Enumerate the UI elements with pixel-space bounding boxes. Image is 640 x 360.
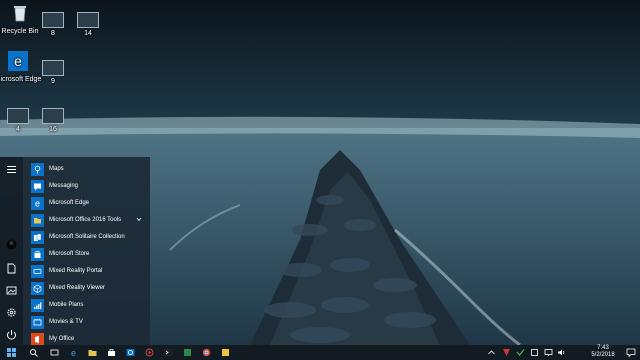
clock-date: 5/2/2018 [591, 352, 615, 358]
app-item-mobile-plans[interactable]: Mobile Plans [23, 297, 150, 313]
app-item-label: Messaging [49, 183, 79, 189]
office-icon [31, 332, 44, 345]
window-thumbnail [42, 108, 64, 124]
app-item-solitaire[interactable]: Microsoft Solitaire Collection [23, 229, 150, 245]
window-thumbnail [7, 108, 29, 124]
window-thumbnail [42, 60, 64, 76]
windows-start-icon[interactable] [7, 348, 16, 357]
app-item-label: Mixed Reality Portal [49, 268, 103, 274]
app-item-label: Maps [49, 166, 64, 172]
app-item-label: Microsoft Office 2016 Tools [49, 217, 122, 223]
security-icon[interactable] [502, 348, 511, 357]
app-item-mixed-reality-portal[interactable]: Mixed Reality Portal [23, 263, 150, 279]
trash-icon [14, 6, 26, 22]
cards-icon [31, 230, 44, 244]
app-item-label: Mixed Reality Viewer [49, 285, 105, 291]
start-menu-rail [0, 157, 23, 345]
svg-text:e: e [71, 348, 76, 357]
vr-icon [31, 264, 44, 278]
app-item-label: Mobile Plans [49, 302, 84, 308]
desktop-shortcut-14[interactable]: 14 [63, 12, 113, 38]
app-taskbar-icon-2[interactable] [221, 348, 230, 357]
document-icon[interactable] [4, 261, 19, 276]
window-thumbnail [77, 12, 99, 28]
store-icon [31, 247, 44, 261]
cube-icon [31, 281, 44, 295]
chevron-down-icon[interactable] [136, 217, 142, 222]
outlook-icon[interactable] [126, 348, 135, 357]
chrome-icon[interactable] [202, 348, 211, 357]
volume-icon[interactable] [557, 348, 566, 357]
edge-taskbar-icon[interactable]: e [69, 348, 78, 357]
file-explorer-icon[interactable] [88, 348, 97, 357]
taskbar-clock[interactable]: 7:43 5/2/2018 [588, 345, 618, 359]
app-item-label: Microsoft Edge [49, 200, 90, 206]
search-icon[interactable] [29, 348, 38, 357]
app-item-office-tools-folder[interactable]: Microsoft Office 2016 Tools [23, 212, 150, 228]
clock-time: 7:43 [597, 345, 609, 351]
chevron-up-icon[interactable] [487, 348, 496, 357]
power-icon[interactable] [4, 327, 19, 342]
svg-text:e: e [35, 199, 40, 208]
app-item-messaging[interactable]: Messaging [23, 178, 150, 194]
notification-icon[interactable] [626, 348, 636, 357]
avatar[interactable] [4, 237, 19, 252]
desktop-icon-label: 16 [49, 126, 57, 133]
hamburger-icon[interactable] [4, 162, 19, 177]
desktop-shortcut-16[interactable]: 16 [28, 108, 78, 134]
terminal-icon[interactable] [164, 348, 173, 357]
app-item-maps[interactable]: Maps [23, 161, 150, 177]
svg-text:e: e [14, 53, 22, 69]
app-taskbar-icon[interactable] [183, 348, 192, 357]
app-item-mixed-reality-viewer[interactable]: Mixed Reality Viewer [23, 280, 150, 296]
desktop-shortcut-9[interactable]: 9 [28, 60, 78, 86]
chat-icon [31, 179, 44, 193]
store-taskbar-icon[interactable] [107, 348, 116, 357]
folder-icon [31, 213, 44, 227]
map-icon [31, 162, 44, 176]
settings-icon[interactable] [4, 305, 19, 320]
app-item-label: Movies & TV [49, 319, 83, 325]
desktop-icon-label: 9 [51, 78, 55, 85]
display-icon[interactable] [544, 348, 553, 357]
app-item-label: Microsoft Solitaire Collection [49, 234, 125, 240]
app-item-microsoft-edge[interactable]: e Microsoft Edge [23, 195, 150, 211]
start-menu-app-list: Maps Messaging e Microsoft Edge Microsof… [23, 157, 150, 345]
media-player-icon[interactable] [145, 348, 154, 357]
window-thumbnail [42, 12, 64, 28]
antivirus-icon[interactable] [516, 348, 525, 357]
app-item-store[interactable]: Microsoft Store [23, 246, 150, 262]
pictures-icon[interactable] [4, 283, 19, 298]
app-item-my-office[interactable]: My Office [23, 331, 150, 345]
taskbar: e 7:43 5/2/2018 [0, 345, 640, 360]
film-icon [31, 315, 44, 329]
edge-icon: e [8, 51, 28, 71]
task-view-icon[interactable] [50, 348, 59, 357]
desktop-icon-label: 14 [84, 30, 92, 37]
edge-icon: e [31, 196, 44, 210]
app-item-label: Microsoft Store [49, 251, 90, 257]
signal-icon [31, 298, 44, 312]
tray-icon[interactable] [530, 348, 539, 357]
app-item-movies-tv[interactable]: Movies & TV [23, 314, 150, 330]
app-item-label: My Office [49, 336, 75, 342]
